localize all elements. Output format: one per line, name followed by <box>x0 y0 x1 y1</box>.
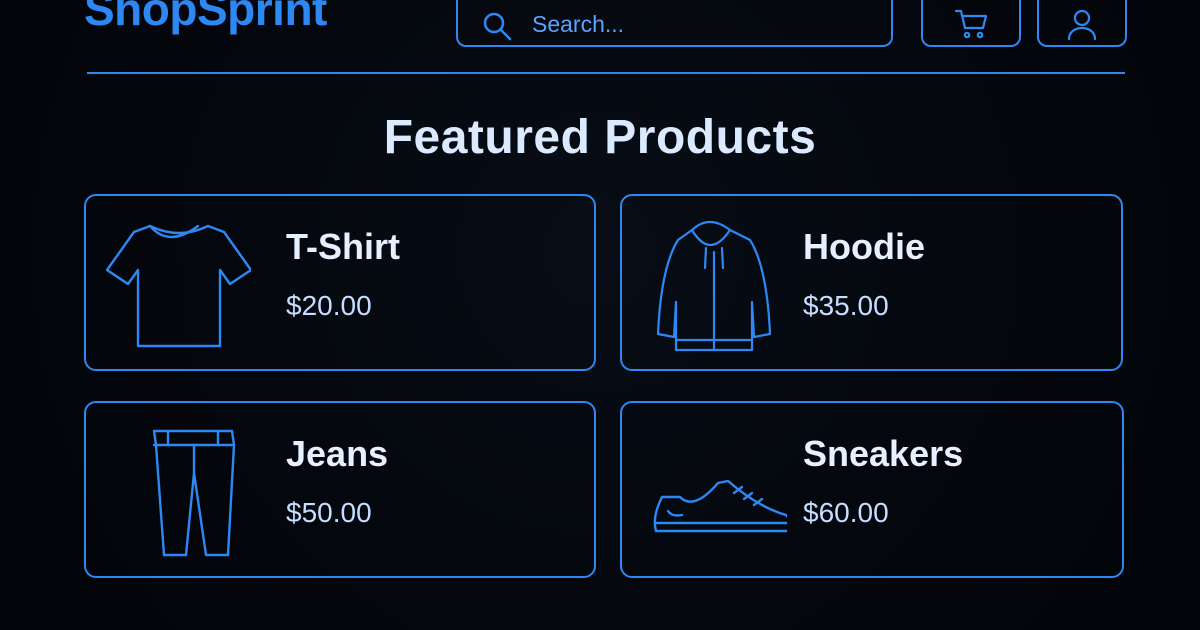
search-input[interactable] <box>530 10 864 39</box>
user-icon <box>1067 9 1097 40</box>
search-icon <box>483 12 512 40</box>
section-title: Featured Products <box>383 111 817 164</box>
product-price: $60.00 <box>803 497 889 528</box>
cart-icon <box>954 9 988 38</box>
account-button[interactable] <box>1037 0 1127 47</box>
product-card-tshirt[interactable]: T-Shirt $20.00 <box>84 194 596 371</box>
product-price: $35.00 <box>803 290 889 321</box>
jeans-icon <box>152 429 236 557</box>
header-divider <box>87 72 1125 74</box>
product-card-hoodie[interactable]: Hoodie $35.00 <box>620 194 1123 371</box>
product-card-sneakers[interactable]: Sneakers $60.00 <box>620 401 1124 578</box>
product-card-jeans[interactable]: Jeans $50.00 <box>84 401 596 578</box>
product-name: Jeans <box>286 433 389 474</box>
tshirt-icon <box>106 224 251 348</box>
product-price: $20.00 <box>286 290 372 321</box>
product-name: Sneakers <box>803 433 964 474</box>
brand-logo[interactable]: ShopSprint <box>84 0 327 36</box>
product-price: $50.00 <box>286 497 372 528</box>
search-bar[interactable] <box>456 0 893 47</box>
page: ShopSprint Featured Products T-Shirt $20… <box>0 0 1200 630</box>
hoodie-icon <box>656 220 772 352</box>
product-name: Hoodie <box>803 226 925 267</box>
cart-button[interactable] <box>921 0 1021 47</box>
sneaker-icon <box>653 479 787 533</box>
product-name: T-Shirt <box>286 226 400 267</box>
